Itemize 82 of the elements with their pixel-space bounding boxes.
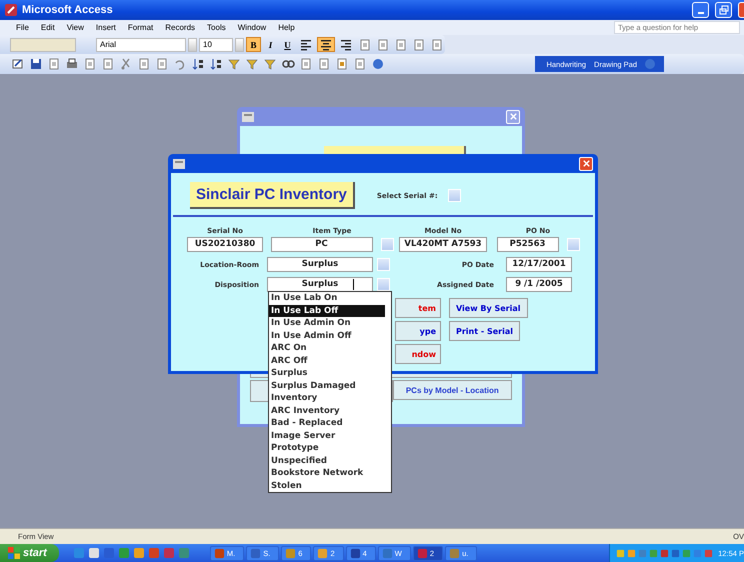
program-icon[interactable]	[132, 547, 145, 559]
list-option[interactable]: Inventory	[269, 392, 391, 404]
menu-item[interactable]: Format	[122, 23, 160, 32]
menu-item[interactable]: Records	[159, 23, 202, 32]
list-option[interactable]: In Use Admin Off	[269, 330, 391, 342]
align-right-icon	[340, 38, 352, 50]
list-option[interactable]: In Use Lab On	[269, 292, 391, 304]
date-field[interactable]: 9 /1 /2005	[506, 277, 572, 292]
filter-icon[interactable]	[263, 57, 277, 71]
text-field[interactable]: VL420MT A7593	[399, 237, 487, 252]
menu-item[interactable]: View	[60, 23, 90, 32]
program-icon	[250, 548, 262, 558]
list-option[interactable]: ARC Inventory	[269, 404, 391, 417]
form-button[interactable]: View By Serial	[449, 298, 528, 318]
program-icon	[449, 548, 460, 558]
form-button[interactable]: ndow	[395, 344, 441, 364]
align-center-button[interactable]	[317, 37, 335, 52]
combo-field[interactable]: P52563	[496, 237, 558, 252]
list-option[interactable]: Stolen	[269, 480, 391, 492]
menu-item[interactable]: Window	[232, 23, 272, 32]
font-size-combo[interactable]: 10	[199, 38, 233, 52]
style-button[interactable]: U	[280, 37, 295, 52]
combo-field[interactable]: Surplus	[267, 277, 373, 292]
list-option[interactable]: In Use Lab Off	[269, 304, 385, 317]
list-option[interactable]: Surplus Damaged	[269, 380, 391, 392]
list-option[interactable]: Unspecified	[269, 454, 391, 467]
align-left-icon	[300, 38, 312, 50]
filter-icon[interactable]	[227, 57, 241, 71]
form-title: Sinclair PC Inventory	[190, 182, 355, 209]
start-button[interactable]: start	[0, 544, 59, 562]
font-combo[interactable]: Arial	[96, 38, 186, 52]
minimize-button[interactable]	[692, 2, 709, 18]
program-icon	[214, 548, 225, 558]
close-button[interactable]	[506, 110, 520, 124]
flag-icon	[8, 547, 20, 559]
list-option[interactable]: Bookstore Network	[269, 467, 391, 480]
restore-icon	[718, 5, 728, 15]
filter-icon[interactable]	[245, 57, 259, 71]
minimize-icon	[698, 12, 704, 14]
menu-item[interactable]: Tools	[201, 23, 232, 32]
sort-icon[interactable]	[209, 57, 223, 71]
list-option[interactable]: ARC On	[269, 342, 391, 354]
form-button[interactable]: Print - Serial	[449, 321, 520, 341]
list-option[interactable]: In Use Admin On	[269, 317, 391, 330]
close-icon	[582, 159, 590, 168]
menu-item[interactable]: File	[10, 23, 35, 32]
close-button[interactable]	[579, 156, 593, 170]
print-icon[interactable]	[65, 57, 79, 71]
sort-icon[interactable]	[191, 57, 205, 71]
window-title: Microsoft Access	[22, 4, 113, 16]
style-button[interactable]: I	[263, 37, 278, 52]
date-field[interactable]: 12/17/2001	[506, 257, 572, 272]
list-option[interactable]: Bad - Replaced	[269, 417, 391, 430]
list-option[interactable]: Image Server	[269, 430, 391, 442]
program-icon	[416, 548, 428, 558]
combo-field[interactable]: PC	[270, 237, 372, 252]
style-button[interactable]: B	[246, 37, 261, 52]
view-icon[interactable]	[11, 57, 25, 71]
text-field[interactable]: US20210380	[187, 237, 263, 252]
list-option[interactable]: Prototype	[269, 442, 391, 454]
save-icon[interactable]	[29, 57, 43, 71]
menu-item[interactable]: Edit	[34, 23, 61, 32]
report-button[interactable]: PCs by Model - Location	[392, 380, 512, 400]
list-option[interactable]: Surplus	[269, 367, 391, 380]
program-icon	[350, 548, 361, 558]
program-icon[interactable]	[88, 547, 100, 559]
restore-button[interactable]	[715, 2, 732, 18]
menu-item[interactable]: Help	[272, 23, 301, 32]
align-center-icon	[320, 38, 332, 50]
menu-item[interactable]: Insert	[90, 23, 122, 32]
close-button[interactable]	[738, 2, 744, 18]
form-icon	[242, 112, 254, 122]
form-icon	[173, 158, 185, 168]
form-button[interactable]: tem	[395, 298, 441, 318]
key-icon	[4, 3, 18, 17]
program-icon	[285, 548, 296, 558]
close-icon	[508, 112, 518, 121]
program-icon	[382, 548, 393, 558]
combo-field[interactable]: Surplus	[267, 257, 373, 272]
list-option[interactable]: ARC Off	[269, 354, 391, 367]
program-icon	[317, 548, 328, 558]
form-button[interactable]: ype	[395, 321, 441, 341]
